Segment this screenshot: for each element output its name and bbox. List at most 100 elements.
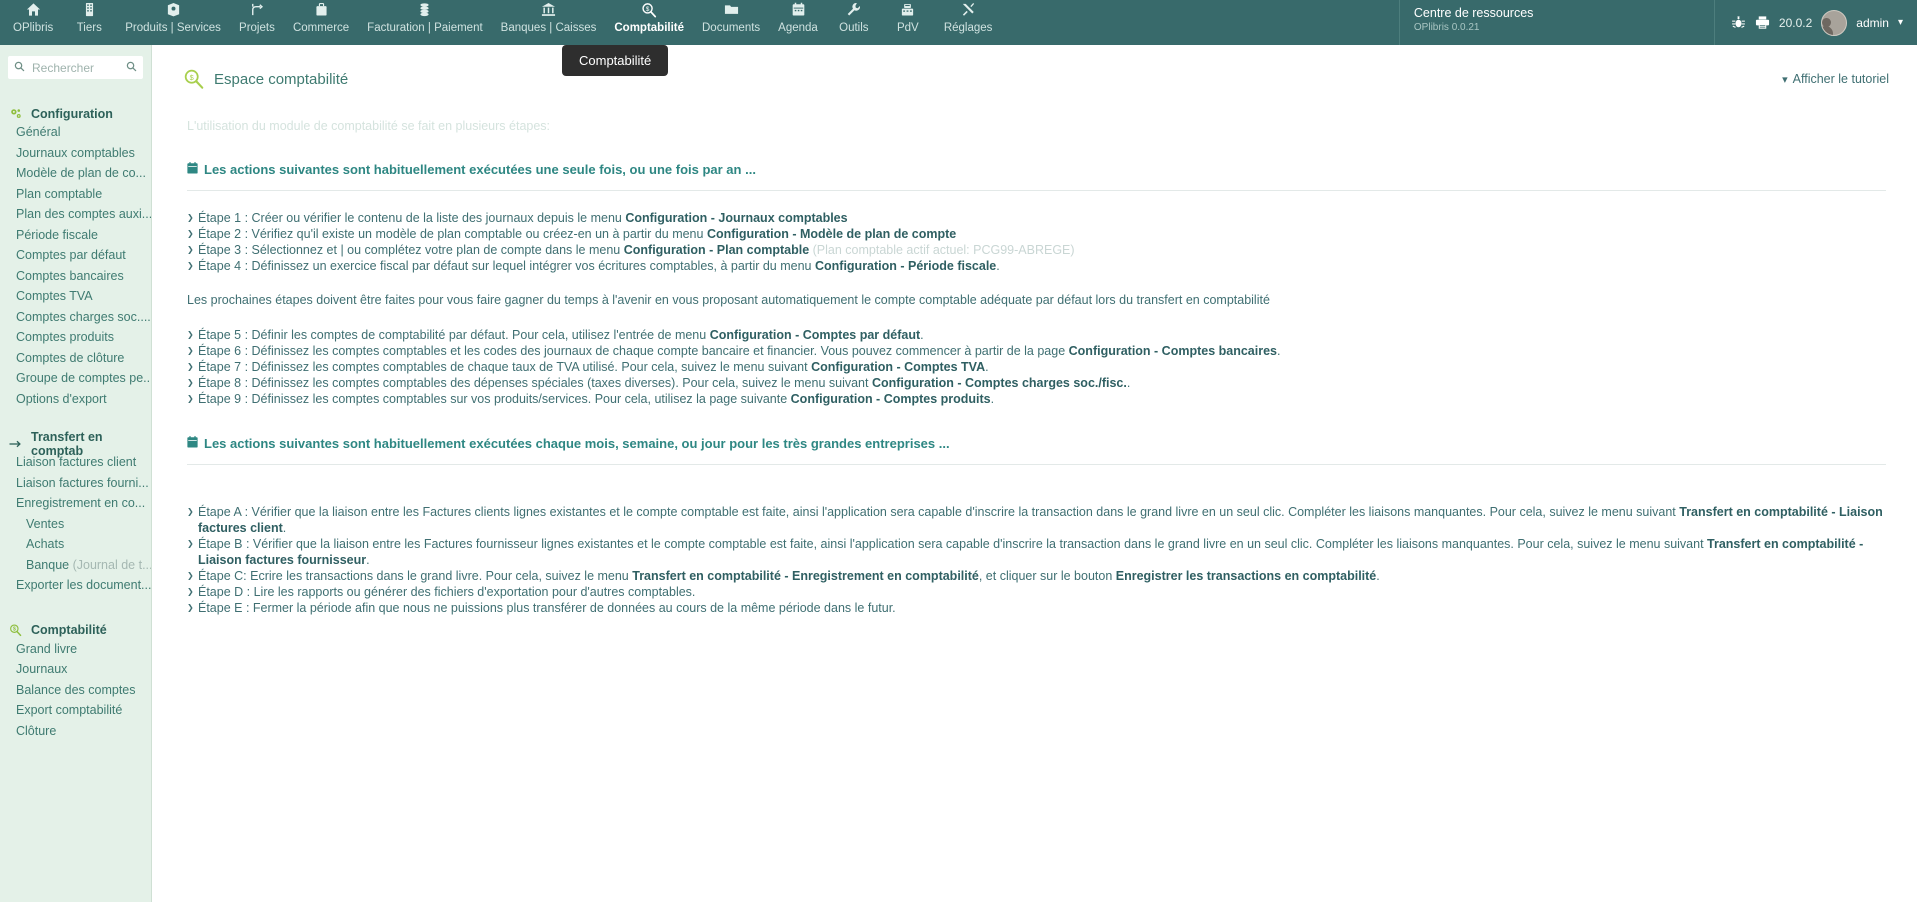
accounting-magnifier-icon: $ <box>641 2 657 19</box>
menu-item-r-glages[interactable]: Réglages <box>935 0 1002 35</box>
menu-item-outils[interactable]: Outils <box>827 0 881 35</box>
menu-item-agenda[interactable]: Agenda <box>769 0 827 35</box>
sidebar-item-grand-livre[interactable]: Grand livre <box>0 639 151 660</box>
print-icon[interactable] <box>1755 15 1770 30</box>
sidebar-item-comptes-tva[interactable]: Comptes TVA <box>0 286 151 307</box>
menu-item-comptabilit[interactable]: $ Comptabilité <box>605 0 693 35</box>
section-heading-periodic: Les actions suivantes sont habituellemen… <box>183 436 1886 451</box>
sidebar-item-label: Comptes bancaires <box>16 268 124 283</box>
step-menu-path: Configuration - Journaux comptables <box>625 211 848 225</box>
page-title: Espace comptabilité <box>214 70 349 88</box>
resource-center-title: Centre de ressources <box>1413 6 1534 20</box>
sidebar-item-comptes-de-cl-ture[interactable]: Comptes de clôture <box>0 348 151 369</box>
main-menu: OPlibris Tiers Produits | Services Projets C… <box>0 0 1001 45</box>
search-icon <box>14 61 25 75</box>
sidebar-item-plan-comptable[interactable]: Plan comptable <box>0 184 151 205</box>
tutorial-step: Étape 2 : Vérifiez qu'il existe un modèl… <box>187 226 1886 242</box>
search-input[interactable] <box>30 59 121 76</box>
step-text-after: . <box>990 392 995 406</box>
menu-item-projets[interactable]: Projets <box>230 0 284 35</box>
resource-center[interactable]: Centre de ressources OPlibris 0.0.21 <box>1400 0 1715 45</box>
sidebar-group-label: Configuration <box>31 106 113 121</box>
sidebar-item-exporter-les-document[interactable]: Exporter les document... <box>0 575 151 596</box>
menu-item-pdv[interactable]: PdV <box>881 0 935 35</box>
sidebar-item-label: Options d'export <box>16 391 107 406</box>
sidebar-item-comptes-charges-soc[interactable]: Comptes charges soc.... <box>0 307 151 328</box>
bug-icon[interactable] <box>1731 15 1746 30</box>
sidebar-item-liaison-factures-fourni[interactable]: Liaison factures fourni... <box>0 473 151 494</box>
sidebar-item-mod-le-de-plan-de-co[interactable]: Modèle de plan de co... <box>0 163 151 184</box>
sidebar-item-label: Exporter les document... <box>16 578 151 592</box>
chevron-down-icon[interactable]: ▾ <box>1898 17 1903 28</box>
calendar-icon <box>187 436 198 451</box>
menu-item-banques-caisses[interactable]: Banques | Caisses <box>492 0 606 35</box>
sidebar-item-journaux-comptables[interactable]: Journaux comptables <box>0 143 151 164</box>
menu-item-produits-services[interactable]: Produits | Services <box>116 0 230 35</box>
step-text: Étape A : Vérifier que la liaison entre … <box>198 505 1680 519</box>
menu-item-commerce[interactable]: Commerce <box>284 0 358 35</box>
menu-item-documents[interactable]: Documents <box>693 0 769 35</box>
tutorial-step: Étape 7 : Définissez les comptes comptab… <box>187 359 1886 375</box>
sidebar-group-configuration: Configuration <box>0 105 151 122</box>
sidebar-item-achats[interactable]: Achats <box>0 534 151 555</box>
tutorial-step: Étape 5 : Définir les comptes de comptab… <box>187 327 1886 343</box>
sidebar-item-p-riode-fiscale[interactable]: Période fiscale <box>0 225 151 246</box>
sidebar-item-plan-des-comptes-auxi[interactable]: Plan des comptes auxi... <box>0 204 151 225</box>
step-text-after: . <box>1126 376 1131 390</box>
search-submit-icon[interactable] <box>126 61 137 75</box>
calendar-icon <box>187 162 198 177</box>
chevron-down-icon: ▾ <box>1782 73 1788 86</box>
sidebar-item-export-comptabilit[interactable]: Export comptabilité <box>0 700 151 721</box>
step-text: Étape B : Vérifier que la liaison entre … <box>198 537 1708 551</box>
step-text-after: . <box>996 259 1000 273</box>
menu-item-label: OPlibris <box>13 22 54 34</box>
sidebar-item-enregistrement-en-co[interactable]: Enregistrement en co... <box>0 493 151 514</box>
home-icon <box>26 2 41 19</box>
briefcase-icon <box>314 2 329 19</box>
search-box[interactable] <box>8 56 143 79</box>
user-name[interactable]: admin <box>1856 16 1889 30</box>
menu-tooltip: Comptabilité <box>562 45 669 76</box>
step-text: Étape 5 : Définir les comptes de comptab… <box>198 328 710 342</box>
step-menu-path: Configuration - Comptes charges soc./fis… <box>871 376 1127 390</box>
sidebar-item-label: Export comptabilité <box>16 703 123 717</box>
sidebar-item-comptes-produits[interactable]: Comptes produits <box>0 327 151 348</box>
project-icon <box>249 2 264 19</box>
sidebar-item-ventes[interactable]: Ventes <box>0 514 151 535</box>
sidebar-item-groupe-de-comptes-pe[interactable]: Groupe de comptes pe... <box>0 368 151 389</box>
main-content: $ Espace comptabilité ▾ Afficher le tuto… <box>152 45 1917 902</box>
step-text-mid: , et cliquer sur le bouton <box>978 569 1116 583</box>
menu-item-oplibris[interactable]: OPlibris <box>4 0 62 35</box>
tutorial-step: Étape E : Fermer la période afin que nou… <box>187 600 1886 616</box>
avatar[interactable] <box>1821 9 1848 36</box>
sidebar-item-liaison-factures-client[interactable]: Liaison factures client <box>0 452 151 473</box>
step-text-after: . <box>282 521 287 535</box>
sidebar-item-balance-des-comptes[interactable]: Balance des comptes <box>0 680 151 701</box>
sidebar-item-label: Général <box>16 125 61 139</box>
tutorial-step: Étape 8 : Définissez les comptes comptab… <box>187 375 1886 391</box>
menu-item-tiers[interactable]: Tiers <box>62 0 116 35</box>
sidebar-item-banque[interactable]: Banque (Journal de t... <box>0 555 151 576</box>
step-menu-path: Configuration - Comptes produits <box>790 392 991 406</box>
step-text-after: . <box>1376 569 1380 583</box>
box-icon <box>166 2 181 19</box>
sidebar-item-comptes-bancaires[interactable]: Comptes bancaires <box>0 266 151 287</box>
tutorial-step: Étape C: Ecrire les transactions dans le… <box>187 568 1886 584</box>
sidebar-item-options-d-export[interactable]: Options d'export <box>0 389 151 410</box>
topbar-spacer <box>1001 0 1400 45</box>
sidebar-item-label: Comptes produits <box>16 330 114 344</box>
show-tutorial-toggle[interactable]: ▾ Afficher le tutoriel <box>1782 72 1899 86</box>
wrench-icon <box>846 2 861 19</box>
sidebar-item-cl-ture[interactable]: Clôture <box>0 721 151 742</box>
svg-text:$: $ <box>190 73 194 82</box>
tutorial-step: Étape D : Lire les rapports ou générer d… <box>187 584 1886 600</box>
cash-register-icon <box>900 2 915 19</box>
sidebar-item-label: Plan des comptes auxi... <box>16 207 151 221</box>
gears-icon <box>9 107 22 120</box>
menu-item-facturation-paiement[interactable]: Facturation | Paiement <box>358 0 492 35</box>
section-heading-yearly: Les actions suivantes sont habituellemen… <box>183 162 1886 177</box>
sidebar-item-comptes-par-d-faut[interactable]: Comptes par défaut <box>0 245 151 266</box>
coins-icon <box>417 2 432 19</box>
sidebar-item-g-n-ral[interactable]: Général <box>0 122 151 143</box>
sidebar-item-journaux[interactable]: Journaux <box>0 659 151 680</box>
